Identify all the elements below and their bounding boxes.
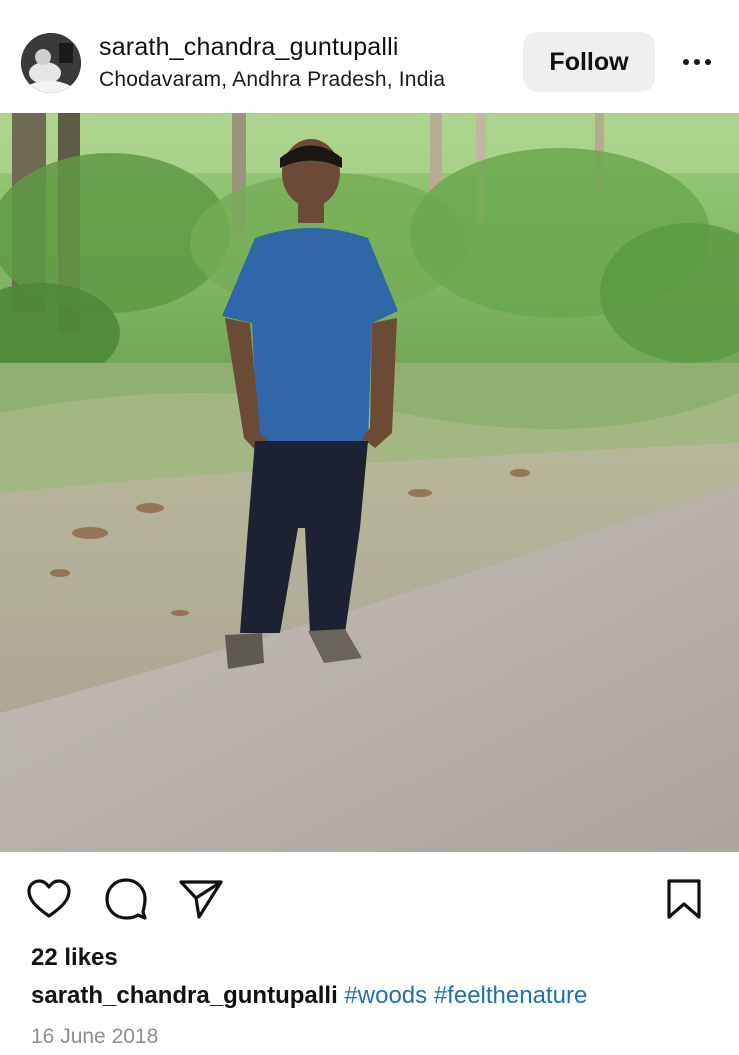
hashtag-feelthenature[interactable]: #feelthenature xyxy=(434,982,587,1009)
post-date: 16 June 2018 xyxy=(31,1025,159,1048)
comment-bubble-icon[interactable] xyxy=(104,878,148,920)
post-photo[interactable] xyxy=(0,113,739,852)
avatar[interactable] xyxy=(21,33,81,93)
likes-count[interactable]: 22 likes xyxy=(31,944,118,972)
hashtag-woods[interactable]: #woods xyxy=(344,982,427,1009)
paper-plane-icon[interactable] xyxy=(178,878,224,920)
post-caption: sarath_chandra_guntupalli #woods #feelth… xyxy=(31,982,587,1010)
bookmark-icon[interactable] xyxy=(665,878,703,920)
post-header: sarath_chandra_guntupalli Chodavaram, An… xyxy=(0,0,739,113)
follow-button[interactable]: Follow xyxy=(523,32,655,92)
post-location[interactable]: Chodavaram, Andhra Pradesh, India xyxy=(99,68,445,92)
post-actions xyxy=(0,852,739,942)
post-username[interactable]: sarath_chandra_guntupalli xyxy=(99,33,399,62)
caption-username[interactable]: sarath_chandra_guntupalli xyxy=(31,982,338,1009)
more-horizontal-icon[interactable] xyxy=(681,54,713,70)
heart-icon[interactable] xyxy=(26,879,72,919)
